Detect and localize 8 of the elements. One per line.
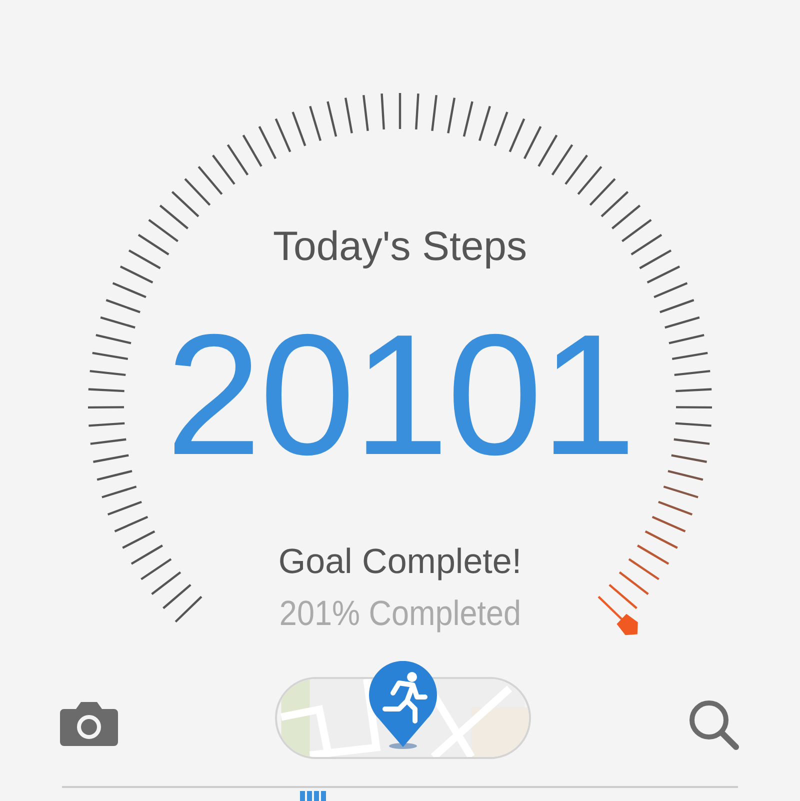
search-icon[interactable]: [688, 699, 740, 751]
camera-icon[interactable]: [60, 699, 118, 747]
steps-title: Today's Steps: [273, 222, 527, 271]
percent-completed: 201% Completed: [279, 593, 521, 636]
goal-status: Goal Complete!: [278, 541, 522, 584]
step-count: 20101: [166, 309, 634, 482]
progress-marker: [616, 614, 638, 636]
runner-pin-icon[interactable]: [367, 661, 439, 751]
